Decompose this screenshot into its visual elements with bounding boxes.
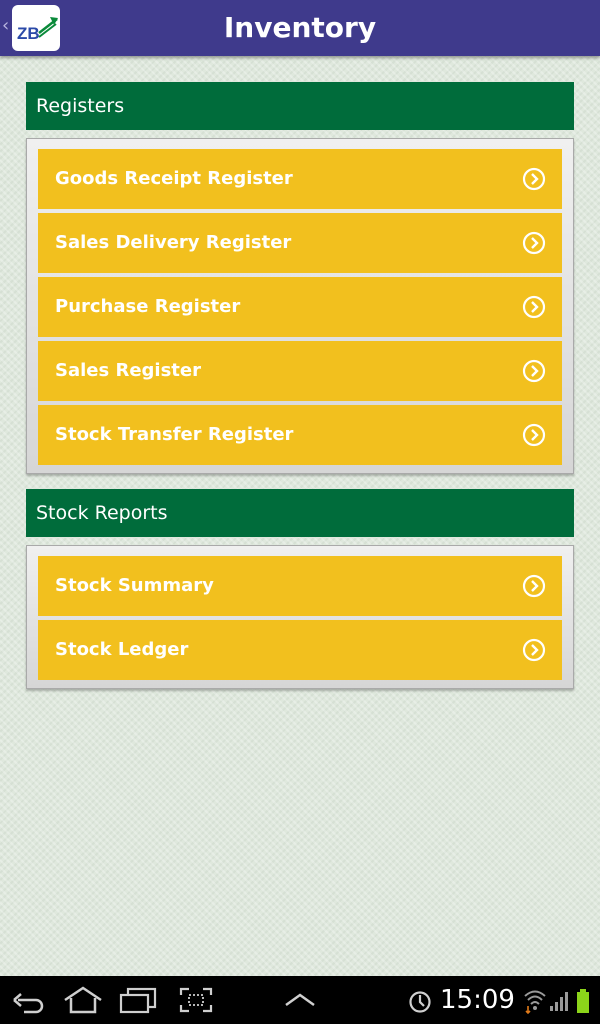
- chevron-right-circle-icon: [522, 423, 546, 447]
- menu-item-stock-transfer-register[interactable]: Stock Transfer Register: [38, 405, 562, 465]
- registers-panel: Goods Receipt Register Sales Delivery Re…: [26, 138, 574, 474]
- up-arrow-icon[interactable]: [284, 992, 316, 1008]
- wifi-icon: [524, 990, 546, 1014]
- menu-item-label: Stock Summary: [55, 575, 214, 596]
- chevron-right-circle-icon: [522, 574, 546, 598]
- chevron-right-circle-icon: [522, 167, 546, 191]
- home-icon[interactable]: [62, 986, 104, 1014]
- menu-item-label: Goods Receipt Register: [55, 168, 293, 189]
- section-header-registers: Registers: [26, 82, 574, 130]
- menu-item-label: Sales Register: [55, 360, 201, 381]
- menu-item-stock-ledger[interactable]: Stock Ledger: [38, 620, 562, 680]
- menu-item-stock-summary[interactable]: Stock Summary: [38, 556, 562, 616]
- menu-item-label: Stock Ledger: [55, 639, 189, 660]
- signal-icon: [550, 992, 568, 1011]
- menu-item-goods-receipt-register[interactable]: Goods Receipt Register: [38, 149, 562, 209]
- chevron-right-circle-icon: [522, 231, 546, 255]
- chevron-right-circle-icon: [522, 359, 546, 383]
- menu-item-label: Sales Delivery Register: [55, 232, 292, 253]
- page-title: Inventory: [223, 11, 377, 44]
- chevron-right-circle-icon: [522, 295, 546, 319]
- recent-apps-icon[interactable]: [118, 986, 158, 1014]
- chevron-right-circle-icon: [522, 638, 546, 662]
- back-icon[interactable]: [10, 986, 46, 1014]
- menu-item-purchase-register[interactable]: Purchase Register: [38, 277, 562, 337]
- stock-reports-panel: Stock Summary Stock Ledger: [26, 545, 574, 689]
- section-header-stock-reports: Stock Reports: [26, 489, 574, 537]
- menu-item-label: Stock Transfer Register: [55, 424, 294, 445]
- menu-item-label: Purchase Register: [55, 296, 241, 317]
- app-bar: ‹ ZB Inventory: [0, 0, 600, 56]
- menu-item-sales-delivery-register[interactable]: Sales Delivery Register: [38, 213, 562, 273]
- clock: 15:09: [440, 985, 515, 1015]
- menu-item-sales-register[interactable]: Sales Register: [38, 341, 562, 401]
- system-bar: 15:09: [0, 976, 600, 1024]
- screenshot-icon[interactable]: [178, 986, 214, 1014]
- battery-icon: [577, 989, 589, 1013]
- sync-icon: [409, 991, 431, 1013]
